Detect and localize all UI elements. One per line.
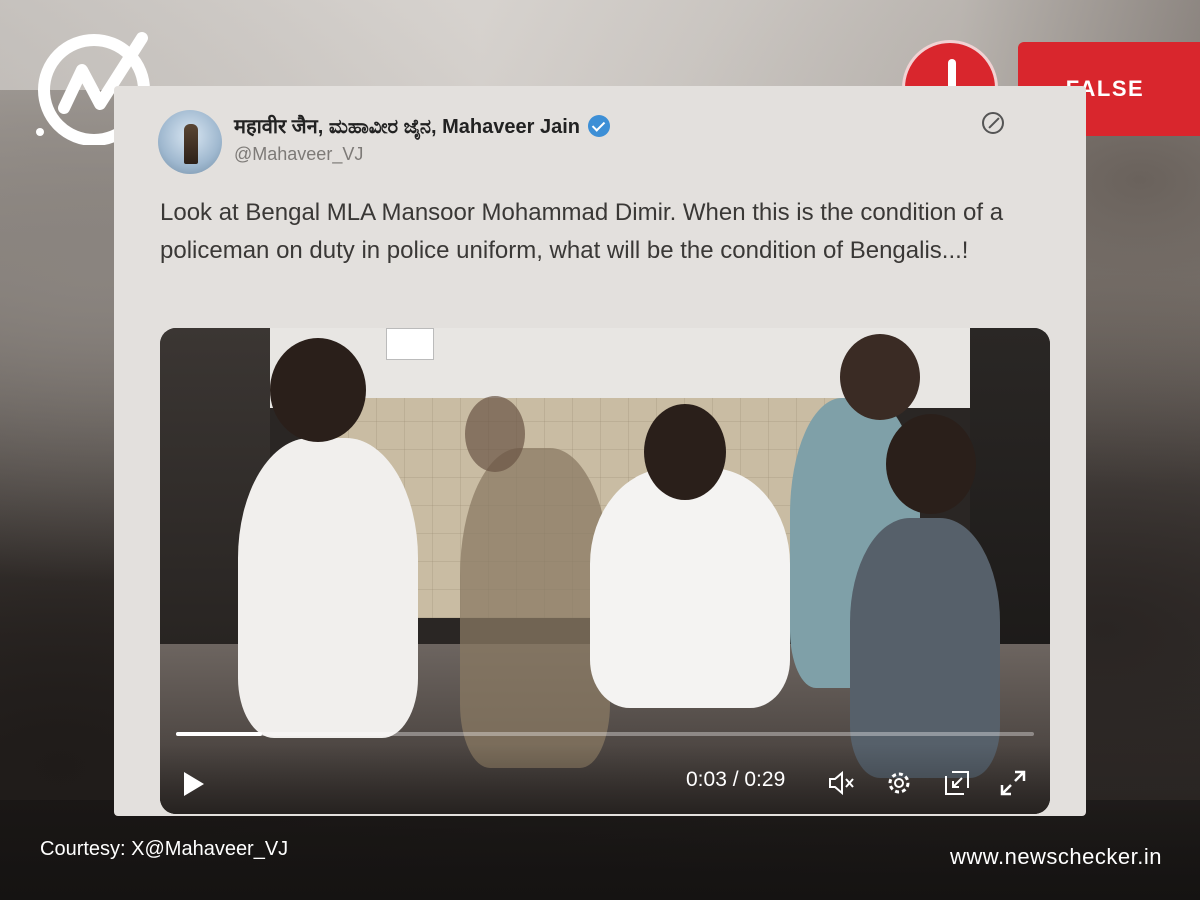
tweet-text: Look at Bengal MLA Mansoor Mohammad Dimi… (160, 199, 1004, 264)
pip-icon[interactable] (942, 768, 972, 798)
video-sign (386, 328, 434, 360)
video-figure (238, 438, 418, 738)
video-figure-head (644, 404, 726, 500)
video-figure-head (886, 414, 976, 514)
play-icon[interactable] (184, 772, 204, 796)
avatar[interactable] (158, 110, 222, 174)
video-controls-overlay (160, 744, 1050, 814)
expand-icon[interactable] (998, 768, 1028, 798)
video-progress-fill (176, 732, 262, 736)
gear-icon[interactable] (884, 768, 914, 798)
site-url: www.newschecker.in (950, 844, 1162, 869)
courtesy-credit: Courtesy: X@Mahaveer_VJ (40, 838, 289, 860)
mute-icon[interactable] (826, 768, 856, 798)
author-handle[interactable]: @Mahaveer_VJ (234, 144, 363, 165)
video-figure (590, 468, 790, 708)
video-figure (850, 518, 1000, 778)
verified-badge-icon (588, 114, 610, 137)
video-time: 0:03 / 0:29 (686, 768, 786, 791)
video-figure-head (840, 334, 920, 420)
author-row: महावीर जैन, ಮಹಾವೀರ ಜೈನ, Mahaveer Jain (234, 112, 610, 139)
video-figure-head (465, 396, 525, 472)
video-player[interactable]: 0:03 / 0:29 (160, 328, 1050, 814)
author-name[interactable]: महावीर जैन, ಮಹಾವೀರ ಜೈನ, Mahaveer Jain (234, 112, 580, 139)
tweet-card: महावीर जैन, ಮಹಾವೀರ ಜೈನ, Mahaveer Jain @M… (114, 86, 1086, 816)
video-progress-bar[interactable] (176, 732, 1034, 736)
grok-icon[interactable] (982, 112, 1004, 134)
video-figure (460, 448, 610, 768)
video-figure-head (270, 338, 366, 442)
